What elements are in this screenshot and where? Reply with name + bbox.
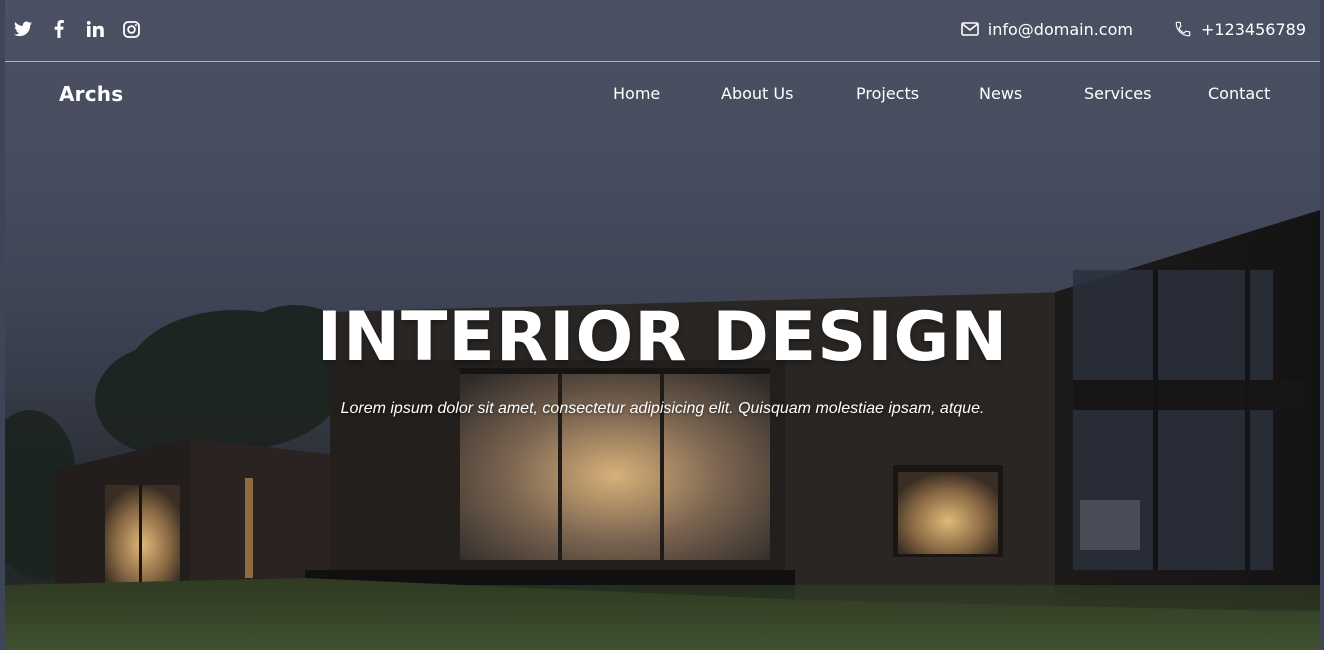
email-contact[interactable]: info@domain.com	[960, 19, 1133, 39]
nav-item-home[interactable]: Home	[613, 84, 660, 103]
main-navigation: Archs Home About Us Projects News Servic…	[5, 62, 1320, 126]
contact-info: info@domain.com +123456789	[960, 19, 1306, 39]
nav-item-about-us[interactable]: About Us	[721, 84, 793, 103]
social-links	[13, 19, 141, 39]
twitter-icon[interactable]	[13, 19, 33, 39]
nav-item-services[interactable]: Services	[1084, 84, 1151, 103]
hero-subtitle: Lorem ipsum dolor sit amet, consectetur …	[340, 400, 985, 417]
phone-icon	[1173, 19, 1193, 39]
envelope-icon	[960, 19, 980, 39]
phone-text: +123456789	[1200, 19, 1306, 39]
linkedin-icon[interactable]	[85, 19, 105, 39]
phone-contact[interactable]: +123456789	[1173, 19, 1306, 39]
facebook-icon[interactable]	[49, 19, 69, 39]
nav-item-projects[interactable]: Projects	[856, 84, 919, 103]
instagram-icon[interactable]	[121, 19, 141, 39]
email-text: info@domain.com	[987, 19, 1133, 39]
hero-title: INTERIOR DESIGN	[316, 298, 1009, 377]
hero-section: info@domain.com +123456789 Archs Home Ab…	[5, 0, 1320, 650]
nav-item-news[interactable]: News	[979, 84, 1022, 103]
nav-item-contact[interactable]: Contact	[1208, 84, 1270, 103]
top-bar: info@domain.com +123456789	[5, 0, 1320, 62]
nav-menu: Home About Us Projects News Services Con…	[5, 84, 1320, 108]
